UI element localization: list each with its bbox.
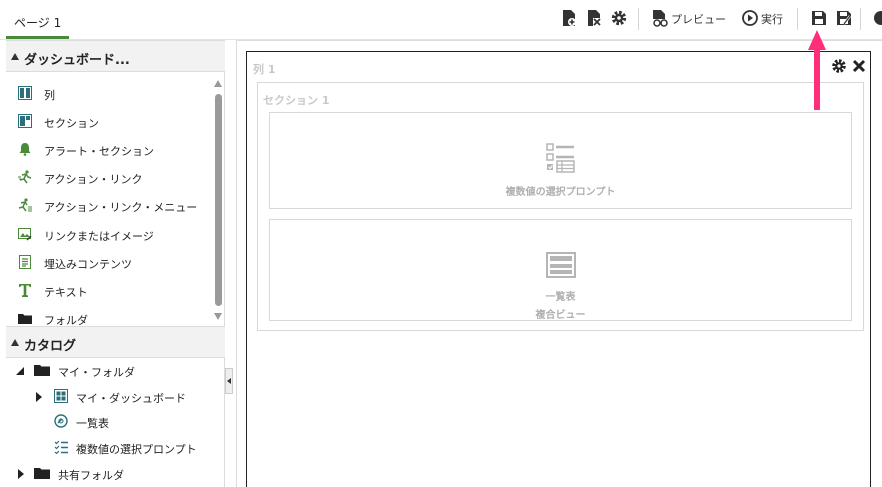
section-label: セクション 1: [263, 94, 330, 107]
component-item-section[interactable]: セクション: [16, 111, 211, 133]
prompt-view-icon: [546, 143, 575, 173]
preview-icon[interactable]: [651, 9, 669, 27]
collapse-triangle-icon: [11, 53, 19, 60]
scroll-down-icon[interactable]: [214, 313, 222, 320]
component-item-action-link[interactable]: アクション・リンク: [16, 167, 211, 189]
components-panel-title: ダッシュボード...: [24, 53, 130, 68]
embedded-content-icon: [19, 255, 31, 269]
delete-page-icon[interactable]: [585, 9, 603, 27]
column-controls: [831, 56, 866, 76]
dashboard-section[interactable]: セクション 1 複数値の選択プロンプト 一覧表 複合ビュー: [257, 82, 864, 331]
save-icon[interactable]: [810, 9, 828, 27]
component-item-column[interactable]: 列: [16, 83, 211, 105]
new-page-icon[interactable]: [560, 9, 578, 27]
component-item-action-link-menu[interactable]: アクション・リンク・メニュー: [16, 195, 211, 217]
section-icon: [18, 114, 32, 128]
run-icon[interactable]: [741, 9, 759, 27]
folder-icon: [18, 314, 32, 324]
component-item-text[interactable]: テキスト: [16, 280, 211, 302]
toolbar-divider: [797, 8, 798, 30]
preview-button[interactable]: プレビュー: [671, 11, 726, 27]
gear-icon[interactable]: [831, 58, 847, 74]
catalog-item-shared-folders[interactable]: 共有フォルダ: [14, 464, 214, 484]
component-item-embedded-content[interactable]: 埋込みコンテンツ: [16, 252, 211, 274]
toolbar-divider: [638, 8, 639, 30]
catalog-item-my-folders[interactable]: マイ・フォルダ: [14, 361, 214, 381]
table-view-icon: [546, 252, 576, 278]
catalog-item-multi-select-prompt[interactable]: 複数値の選択プロンプト: [54, 438, 224, 458]
prompt-icon: [54, 440, 68, 454]
catalog-item-analysis[interactable]: 一覧表: [54, 412, 224, 432]
annotation-arrow: [808, 30, 826, 110]
gear-icon[interactable]: [610, 9, 628, 27]
column-icon: [18, 86, 32, 100]
toolbar: ページ 1 プレビュー 実行: [0, 0, 882, 40]
dashboard-icon: [54, 389, 68, 403]
text-icon: [19, 284, 31, 297]
action-link-icon: [18, 170, 32, 184]
table-view[interactable]: 一覧表 複合ビュー: [269, 219, 852, 321]
catalog-panel-title: カタログ: [24, 339, 77, 354]
components-panel-header[interactable]: ダッシュボード...: [6, 40, 225, 72]
catalog-panel-header[interactable]: カタログ: [6, 326, 225, 358]
folder-icon: [34, 365, 50, 376]
help-icon[interactable]: [872, 9, 882, 27]
scrollbar-thumb[interactable]: [215, 94, 222, 306]
collapse-left-icon: [227, 378, 231, 384]
tab-page-1[interactable]: ページ 1: [6, 6, 70, 39]
prompt-view-label: 複数値の選択プロンプト: [505, 187, 616, 198]
catalog-item-my-dashboard[interactable]: マイ・ダッシュボード: [34, 387, 224, 407]
components-scrollbar[interactable]: [213, 80, 223, 325]
panel-collapse-handle[interactable]: [225, 368, 233, 394]
folder-icon: [34, 468, 50, 479]
link-image-icon: [18, 228, 32, 241]
action-link-menu-icon: [18, 198, 32, 212]
save-as-icon[interactable]: [835, 9, 853, 27]
table-view-label: 一覧表: [545, 292, 576, 303]
left-panel: ダッシュボード... 列 セクション アラート・セクション アクション・リンク …: [6, 40, 225, 487]
toolbar-divider: [860, 8, 861, 30]
collapse-triangle-icon: [11, 339, 19, 346]
scroll-up-icon[interactable]: [214, 80, 222, 87]
dashboard-column[interactable]: 列 1 セクション 1 複数値の選択プロンプト 一覧表 複合ビュー: [246, 51, 871, 487]
component-item-link-or-image[interactable]: リンクまたはイメージ: [16, 224, 211, 246]
component-item-alert-section[interactable]: アラート・セクション: [16, 139, 211, 161]
collapsed-triangle-icon[interactable]: [18, 469, 24, 479]
table-view-sublabel: 複合ビュー: [535, 310, 586, 321]
expanded-triangle-icon[interactable]: [16, 367, 24, 375]
analysis-icon: [54, 414, 68, 428]
bell-icon: [19, 143, 31, 156]
column-label: 列 1: [253, 63, 276, 76]
close-icon[interactable]: [852, 59, 866, 73]
collapsed-triangle-icon[interactable]: [36, 392, 42, 402]
run-button[interactable]: 実行: [761, 11, 783, 27]
prompt-view[interactable]: 複数値の選択プロンプト: [269, 112, 852, 209]
